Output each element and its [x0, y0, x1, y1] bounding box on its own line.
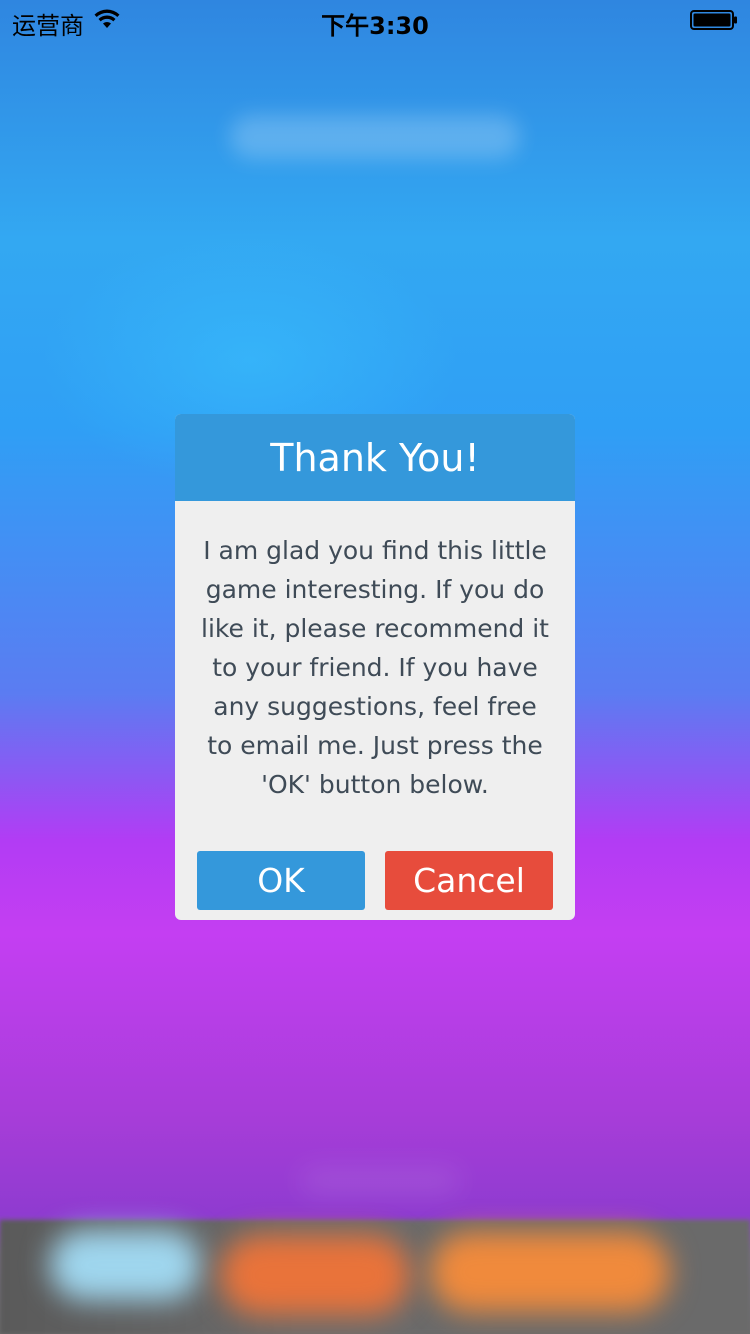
status-time: 下午3:30 [321, 12, 429, 40]
blurred-bottom-item [430, 1232, 670, 1312]
cancel-button[interactable]: Cancel [385, 851, 553, 910]
dialog-message: I am glad you find this little game inte… [201, 536, 549, 799]
ok-button[interactable]: OK [197, 851, 365, 910]
status-bar: 运营商 下午3:30 [0, 0, 750, 40]
blurred-bottom-item [50, 1230, 200, 1300]
blurred-bottom-item [220, 1235, 410, 1315]
blurred-game-title [230, 115, 520, 159]
blurred-bottom-text [300, 1170, 460, 1192]
dialog-header: Thank You! [175, 414, 575, 501]
thank-you-dialog: Thank You! I am glad you find this littl… [175, 414, 575, 920]
battery-icon [690, 10, 737, 30]
dialog-title: Thank You! [270, 435, 480, 480]
